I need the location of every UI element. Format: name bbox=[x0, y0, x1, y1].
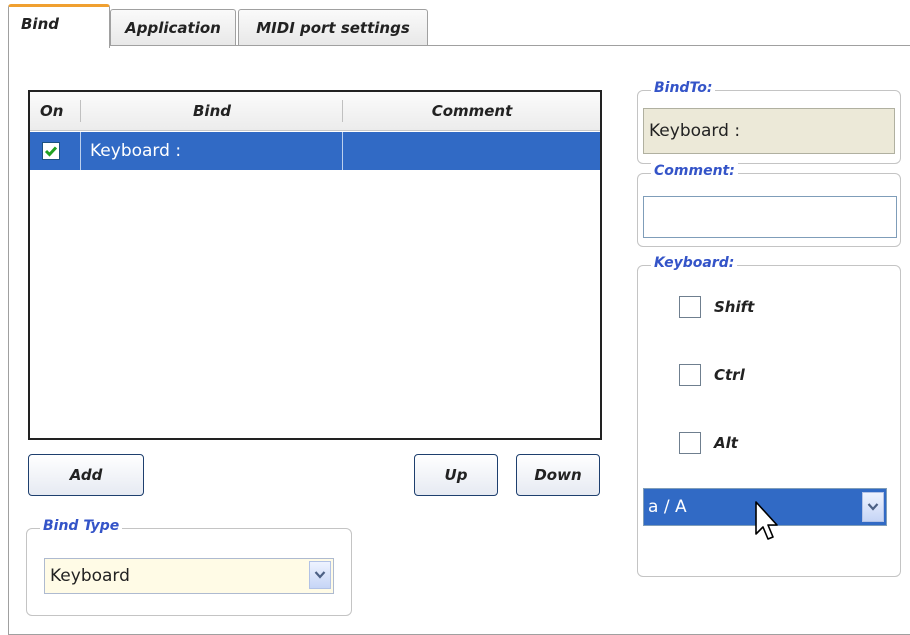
key-selected-value: a / A bbox=[648, 497, 687, 517]
tab-bind-label: Bind bbox=[21, 15, 59, 33]
tab-application-label: Application bbox=[125, 18, 221, 37]
alt-label: Alt bbox=[714, 434, 738, 452]
dropdown-arrow-icon bbox=[314, 571, 326, 579]
checkbox-checked-icon bbox=[44, 146, 58, 157]
column-header-comment[interactable]: Comment bbox=[344, 92, 600, 130]
down-button[interactable]: Down bbox=[516, 454, 600, 496]
bind-to-value: Keyboard : bbox=[649, 121, 741, 141]
column-separator[interactable] bbox=[80, 100, 81, 122]
binds-table[interactable]: On Bind Comment Keyboard : bbox=[28, 90, 602, 440]
bind-type-selected: Keyboard bbox=[50, 566, 130, 586]
row-bind-cell: Keyboard : bbox=[90, 141, 182, 161]
key-dropdown-button[interactable] bbox=[862, 492, 884, 522]
tab-midi-port-settings[interactable]: MIDI port settings bbox=[238, 9, 428, 45]
table-row[interactable]: Keyboard : bbox=[30, 132, 600, 170]
dropdown-arrow-icon bbox=[867, 503, 879, 511]
bind-type-dropdown-button[interactable] bbox=[309, 561, 331, 589]
row-on-checkbox[interactable] bbox=[42, 142, 60, 160]
shift-label: Shift bbox=[714, 298, 755, 316]
tab-bind[interactable]: Bind bbox=[8, 4, 110, 48]
tab-application[interactable]: Application bbox=[110, 9, 236, 45]
shift-checkbox[interactable] bbox=[679, 296, 701, 318]
bind-to-legend: BindTo: bbox=[651, 80, 716, 96]
column-separator[interactable] bbox=[342, 100, 343, 122]
add-button[interactable]: Add bbox=[28, 454, 144, 496]
keyboard-legend: Keyboard: bbox=[651, 255, 738, 271]
bind-type-select[interactable]: Keyboard bbox=[44, 558, 334, 594]
cell-separator bbox=[80, 132, 81, 170]
column-header-bind[interactable]: Bind bbox=[82, 92, 342, 130]
column-header-on[interactable]: On bbox=[30, 92, 78, 130]
comment-legend: Comment: bbox=[651, 163, 738, 179]
ctrl-checkbox[interactable] bbox=[679, 364, 701, 386]
table-header: On Bind Comment bbox=[30, 92, 600, 131]
mouse-cursor-icon bbox=[755, 501, 778, 540]
tab-midi-port-settings-label: MIDI port settings bbox=[256, 18, 410, 37]
comment-input[interactable] bbox=[643, 196, 897, 238]
cell-separator bbox=[342, 132, 343, 170]
ctrl-label: Ctrl bbox=[714, 366, 745, 384]
alt-checkbox[interactable] bbox=[679, 432, 701, 454]
bind-type-legend: Bind Type bbox=[40, 518, 123, 534]
up-button[interactable]: Up bbox=[414, 454, 498, 496]
bind-to-field: Keyboard : bbox=[643, 108, 895, 154]
